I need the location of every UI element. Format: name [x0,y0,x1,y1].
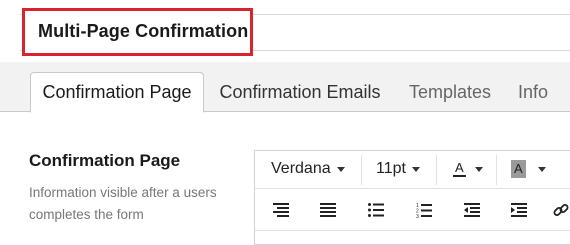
background-color-button[interactable]: A [511,160,546,178]
text-color-button[interactable]: A [453,161,483,177]
text-color-icon: A [453,160,466,177]
font-size-value: 11pt [376,160,406,177]
section-title: Confirmation Page [29,151,181,170]
chevron-down-icon [411,166,420,172]
tab-confirmation-emails[interactable]: Confirmation Emails [208,72,392,113]
align-justify-icon[interactable] [316,198,340,222]
form-title[interactable]: Multi-Page Confirmation [38,21,248,42]
tab-info[interactable]: Info [506,72,560,113]
font-family-value: Verdana [271,160,331,177]
editor-toolbar-row-2: 123 [255,189,570,231]
chevron-down-icon [537,166,546,172]
indent-icon[interactable] [507,198,531,222]
bullet-list-icon[interactable] [364,198,388,222]
outdent-icon[interactable] [460,198,484,222]
numbered-list-icon[interactable]: 123 [412,198,436,222]
align-left-icon[interactable] [269,198,293,222]
toolbar-divider [436,155,437,185]
tab-bar: Confirmation Page Confirmation Emails Te… [0,62,570,113]
chevron-down-icon [336,166,345,172]
tab-confirmation-page[interactable]: Confirmation Page [30,72,204,113]
rich-text-editor[interactable]: Verdana 11pt A A 123 [254,150,570,245]
toolbar-divider [361,155,362,185]
editor-toolbar-row-1: Verdana 11pt A A [255,151,570,189]
font-family-select[interactable]: Verdana [271,160,345,178]
tab-templates[interactable]: Templates [398,72,502,113]
font-size-select[interactable]: 11pt [376,160,420,178]
chevron-down-icon [474,166,483,172]
link-icon[interactable] [553,198,570,222]
background-color-icon: A [511,160,526,178]
section-description: Information visible after a users comple… [29,185,217,222]
svg-text:3: 3 [416,214,419,218]
title-band: Multi-Page Confirmation [0,0,570,62]
toolbar-divider [496,155,497,185]
